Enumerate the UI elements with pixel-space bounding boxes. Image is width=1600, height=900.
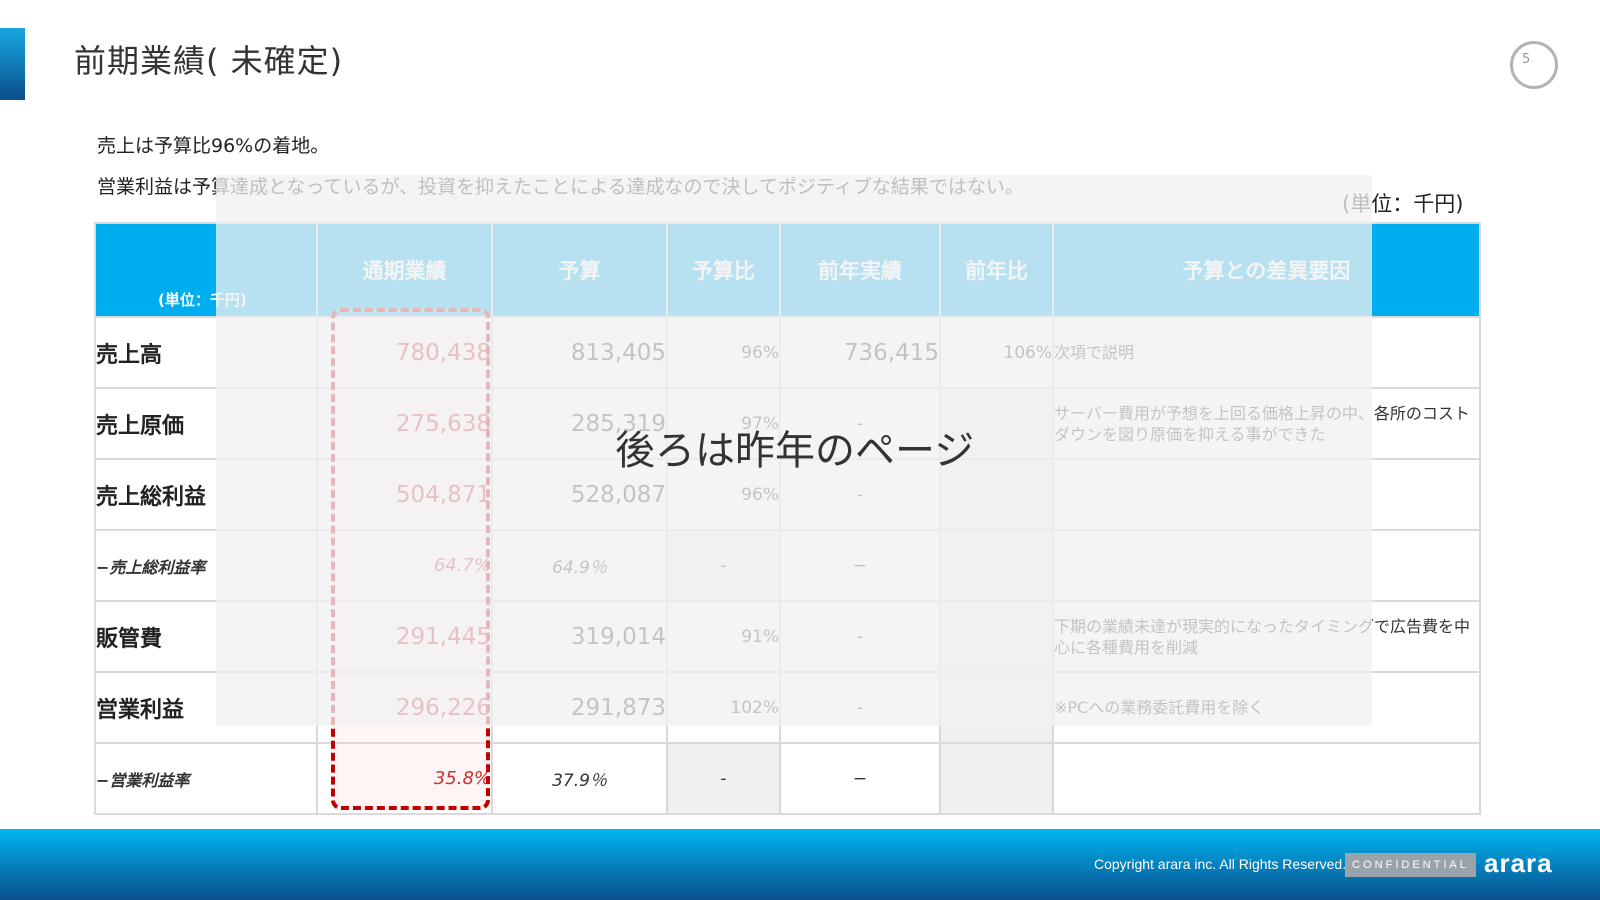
header-budget: 予算 [491, 222, 668, 318]
unit-label: (単位：千円) [1342, 192, 1464, 216]
arara-logo: arara [1484, 848, 1553, 878]
variance-note [1052, 742, 1481, 815]
prev-year-ratio [939, 600, 1054, 673]
prev-year-ratio: 106% [939, 316, 1054, 389]
budget-ratio: - [666, 529, 781, 602]
actual-value: 64.7% [316, 529, 493, 602]
prev-year-value: - [779, 600, 941, 673]
row-label: −営業利益率 [94, 742, 318, 815]
actual-value: 504,871 [316, 458, 493, 531]
budget-value: 291,873 [491, 671, 668, 744]
variance-note [1052, 458, 1481, 531]
summary-line-1: 売上は予算比96%の着地。 [97, 135, 330, 157]
header-budget-ratio: 予算比 [666, 222, 781, 318]
summary-line-2: 営業利益は予算達成となっているが、投資を抑えたことによる達成なので決してポジティ… [97, 176, 1024, 198]
table-header-row: (単位：千円) 通期業績 予算 予算比 前年実績 前年比 予算との差異要因 [94, 222, 1481, 318]
header-actual: 通期業績 [316, 222, 493, 318]
title-accent-bar [0, 28, 25, 100]
overlay-text: 後ろは昨年のページ [615, 428, 975, 474]
prev-year-value: − [779, 529, 941, 602]
header-prev-year: 前年実績 [779, 222, 941, 318]
budget-value: 813,405 [491, 316, 668, 389]
row-label: 営業利益 [94, 671, 318, 744]
row-label: 売上原価 [94, 387, 318, 460]
table-row: 売上高 780,438 813,405 96% 736,415 106% 次項で… [94, 316, 1481, 389]
variance-note: 次項で説明 [1052, 316, 1481, 389]
results-table: (単位：千円) 通期業績 予算 予算比 前年実績 前年比 予算との差異要因 売上… [94, 222, 1481, 815]
table-row: 販管費 291,445 319,014 91% - 下期の業績未達が現実的になっ… [94, 600, 1481, 673]
prev-year-ratio [939, 742, 1054, 815]
prev-year-ratio [939, 529, 1054, 602]
actual-value: 780,438 [316, 316, 493, 389]
budget-ratio: - [666, 742, 781, 815]
budget-value: 37.9％ [491, 742, 668, 815]
prev-year-value: 736,415 [779, 316, 941, 389]
budget-value: 64.9％ [491, 529, 668, 602]
page-number: 5 [1522, 52, 1531, 67]
budget-ratio: 91% [666, 600, 781, 673]
actual-value: 35.8% [316, 742, 493, 815]
variance-note: 下期の業績未達が現実的になったタイミングで広告費を中心に各種費用を削減 [1052, 600, 1481, 673]
budget-ratio: 96% [666, 316, 781, 389]
header-prev-ratio: 前年比 [939, 222, 1054, 318]
row-label: 売上総利益 [94, 458, 318, 531]
variance-note: ※PCへの業務委託費用を除く [1052, 671, 1481, 744]
actual-value: 275,638 [316, 387, 493, 460]
variance-note: サーバー費用が予想を上回る価格上昇の中、各所のコストダウンを図り原価を抑える事が… [1052, 387, 1481, 460]
table-row: −営業利益率 35.8% 37.9％ - − [94, 742, 1481, 815]
slide-title: 前期業績( 未確定) [74, 42, 344, 80]
row-label: 販管費 [94, 600, 318, 673]
page-number-circle [1510, 41, 1558, 89]
header-unit: (単位：千円) [94, 222, 318, 318]
table-row: 営業利益 296,226 291,873 102% - ※PCへの業務委託費用を… [94, 671, 1481, 744]
actual-value: 291,445 [316, 600, 493, 673]
budget-value: 319,014 [491, 600, 668, 673]
budget-ratio: 102% [666, 671, 781, 744]
prev-year-value: − [779, 742, 941, 815]
copyright-text: Copyright arara inc. All Rights Reserved… [1094, 856, 1347, 872]
actual-value: 296,226 [316, 671, 493, 744]
prev-year-value: - [779, 671, 941, 744]
confidential-badge: CONFIDENTIAL [1345, 853, 1476, 877]
row-label: −売上総利益率 [94, 529, 318, 602]
header-variance-factor: 予算との差異要因 [1052, 222, 1481, 318]
table-row: −売上総利益率 64.7% 64.9％ - − [94, 529, 1481, 602]
variance-note [1052, 529, 1481, 602]
prev-year-ratio [939, 671, 1054, 744]
row-label: 売上高 [94, 316, 318, 389]
